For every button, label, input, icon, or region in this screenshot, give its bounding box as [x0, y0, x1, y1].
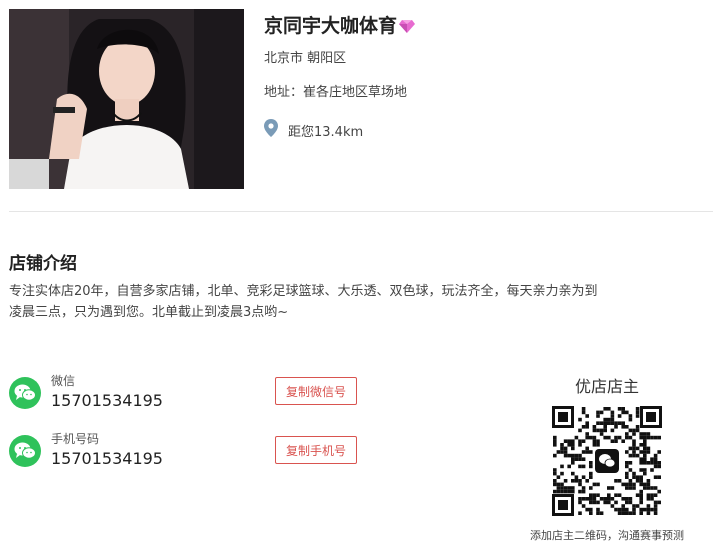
store-owner-photo — [9, 9, 244, 189]
qr-caption: 添加店主二维码，沟通赛事预测 — [530, 529, 684, 542]
copy-phone-button[interactable]: 复制手机号 — [275, 436, 357, 464]
distance-text: 距您13.4km — [288, 124, 364, 140]
phone-value: 15701534195 — [51, 449, 163, 468]
wechat-icon — [9, 435, 41, 467]
copy-wechat-button[interactable]: 复制微信号 — [275, 377, 357, 405]
store-city: 北京市 朝阳区 — [264, 51, 347, 66]
qr-code — [552, 406, 662, 516]
wechat-contact: 微信 15701534195 — [9, 374, 163, 412]
store-distance: 距您13.4km — [264, 119, 363, 141]
phone-label: 手机号码 — [51, 432, 100, 446]
store-name: 京同宇大咖体育 — [264, 11, 416, 38]
section-divider — [9, 211, 713, 212]
wechat-label: 微信 — [51, 374, 76, 388]
location-pin-icon — [264, 119, 278, 141]
phone-contact: 手机号码 15701534195 — [9, 432, 163, 470]
wechat-icon — [9, 377, 41, 409]
gem-icon — [399, 17, 416, 33]
intro-title: 店铺介绍 — [9, 254, 77, 274]
qr-title: 优店店主 — [574, 377, 639, 396]
wechat-value: 15701534195 — [51, 391, 163, 410]
store-name-text: 京同宇大咖体育 — [264, 15, 398, 37]
intro-text: 专注实体店20年，自营多家店铺，北单、竞彩足球篮球、大乐透、双色球，玩法齐全，每… — [9, 284, 598, 320]
store-address: 地址：崔各庄地区草场地 — [264, 85, 408, 100]
